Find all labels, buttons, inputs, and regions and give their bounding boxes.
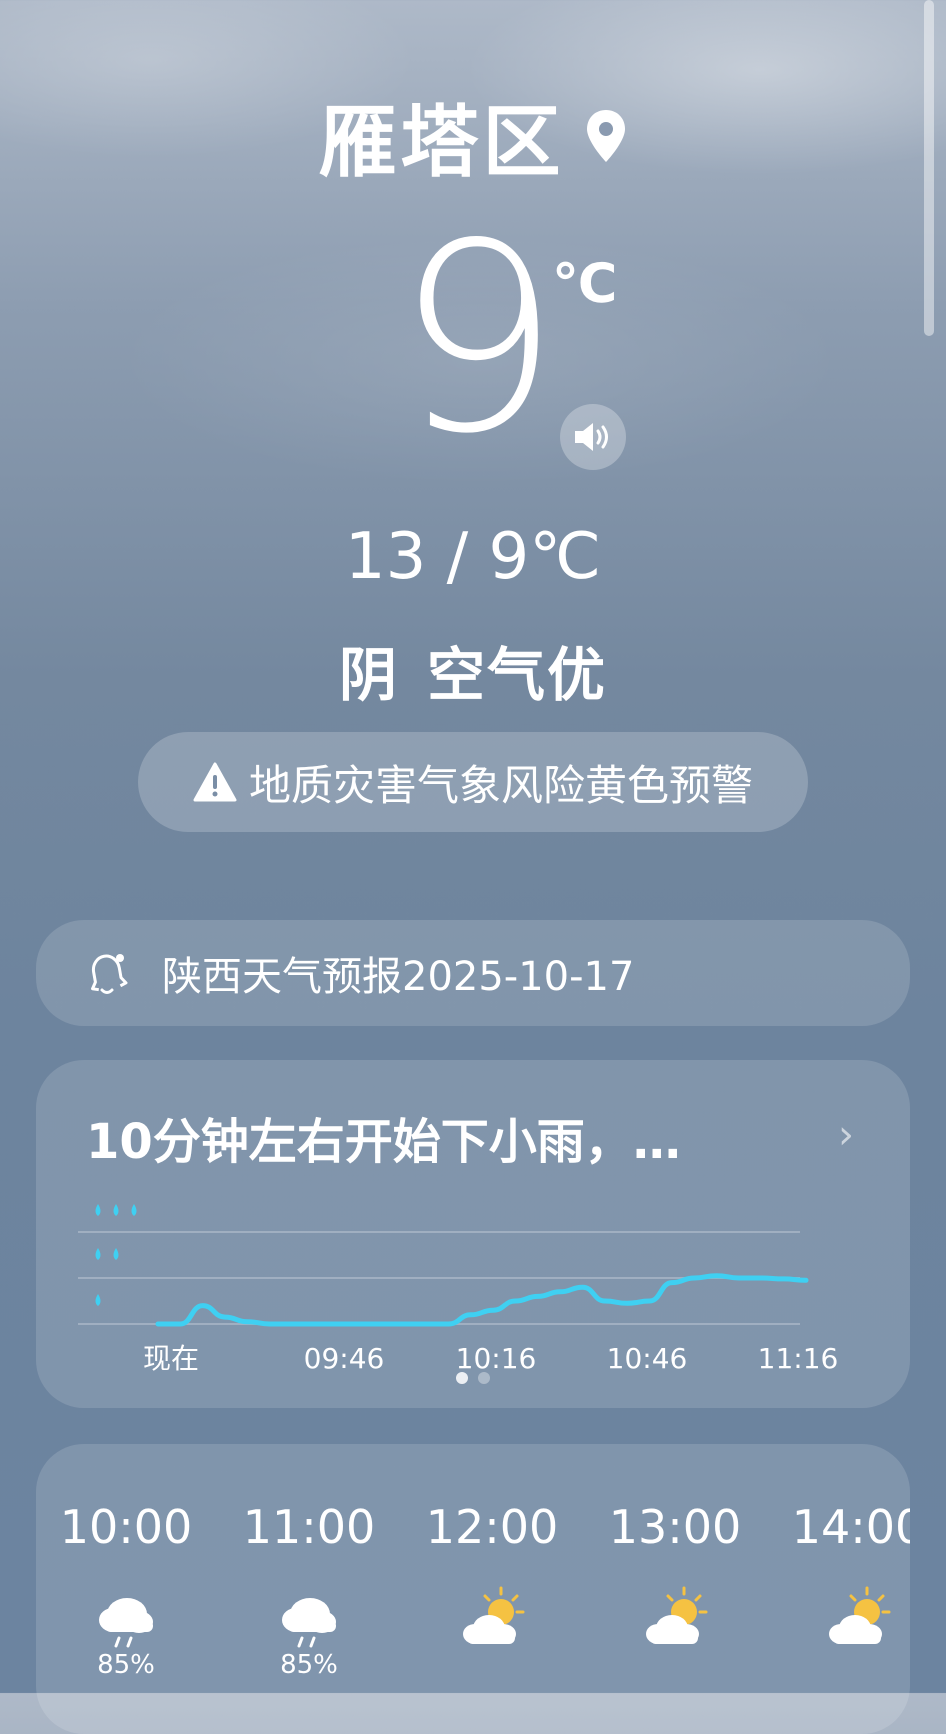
hourly-forecast-card[interactable]: 10:00 85% 11:00 85% 12:00 13:00 14:00 [36,1444,910,1734]
rain-level-2-icon [95,1248,119,1260]
forecast-banner-text: 陕西天气预报2025-10-17 [162,954,635,1000]
rain-summary: 10分钟左右开始下小雨，… [86,1114,681,1170]
precipitation-probability: 85% [97,1650,155,1680]
hour-time: 12:00 [425,1500,559,1554]
location-name: 雁塔区 [318,98,565,188]
voice-broadcast-button[interactable] [560,404,626,470]
hour-time: 13:00 [608,1500,742,1554]
minute-rain-card[interactable]: 现在 09:46 10:16 10:46 11:16 10分钟左右开始下小雨，… › [36,1060,910,1408]
pager-dots [456,1372,490,1384]
temperature-range: 13 / 9℃ [344,520,602,594]
x-tick-label: 09:46 [304,1342,385,1375]
condition-text: 阴 [338,641,399,709]
forecast-banner[interactable]: 陕西天气预报2025-10-17 [36,920,910,1026]
temperature-unit: ℃ [552,252,618,315]
alert-text: 地质灾害气象风险黄色预警 [248,760,753,810]
current-temperature: 9 [395,189,561,491]
x-tick-label: 现在 [143,1342,199,1375]
hour-time: 10:00 [59,1500,193,1554]
x-tick-label: 11:16 [758,1342,839,1375]
partly-sunny-icon [823,1584,893,1654]
speaker-icon [575,423,608,451]
x-tick-label: 10:16 [456,1342,537,1375]
pager-dot[interactable] [456,1372,468,1384]
rain-intensity-line [155,1273,809,1327]
pager-dot[interactable] [478,1372,490,1384]
weather-alert-pill[interactable]: 地质灾害气象风险黄色预警 [138,732,808,832]
partly-sunny-icon [457,1584,527,1654]
x-tick-label: 10:46 [607,1342,688,1375]
cloud-rain-icon [274,1584,344,1654]
warning-triangle-icon [193,762,237,802]
location-header[interactable]: 雁塔区 [0,80,946,192]
bell-icon [91,954,128,994]
weather-condition: 阴空气优 [0,628,946,712]
air-quality-text[interactable]: 空气优 [427,641,607,709]
partly-sunny-icon [640,1584,710,1654]
hour-time: 11:00 [242,1500,376,1554]
hour-time: 14:00 [791,1500,910,1554]
location-pin-icon [586,110,625,162]
rain-level-1-icon [95,1294,101,1306]
cloud-rain-icon [91,1584,161,1654]
rain-level-3-icon [95,1204,137,1216]
chevron-right-icon[interactable]: › [838,1112,854,1158]
precipitation-probability: 85% [280,1650,338,1680]
